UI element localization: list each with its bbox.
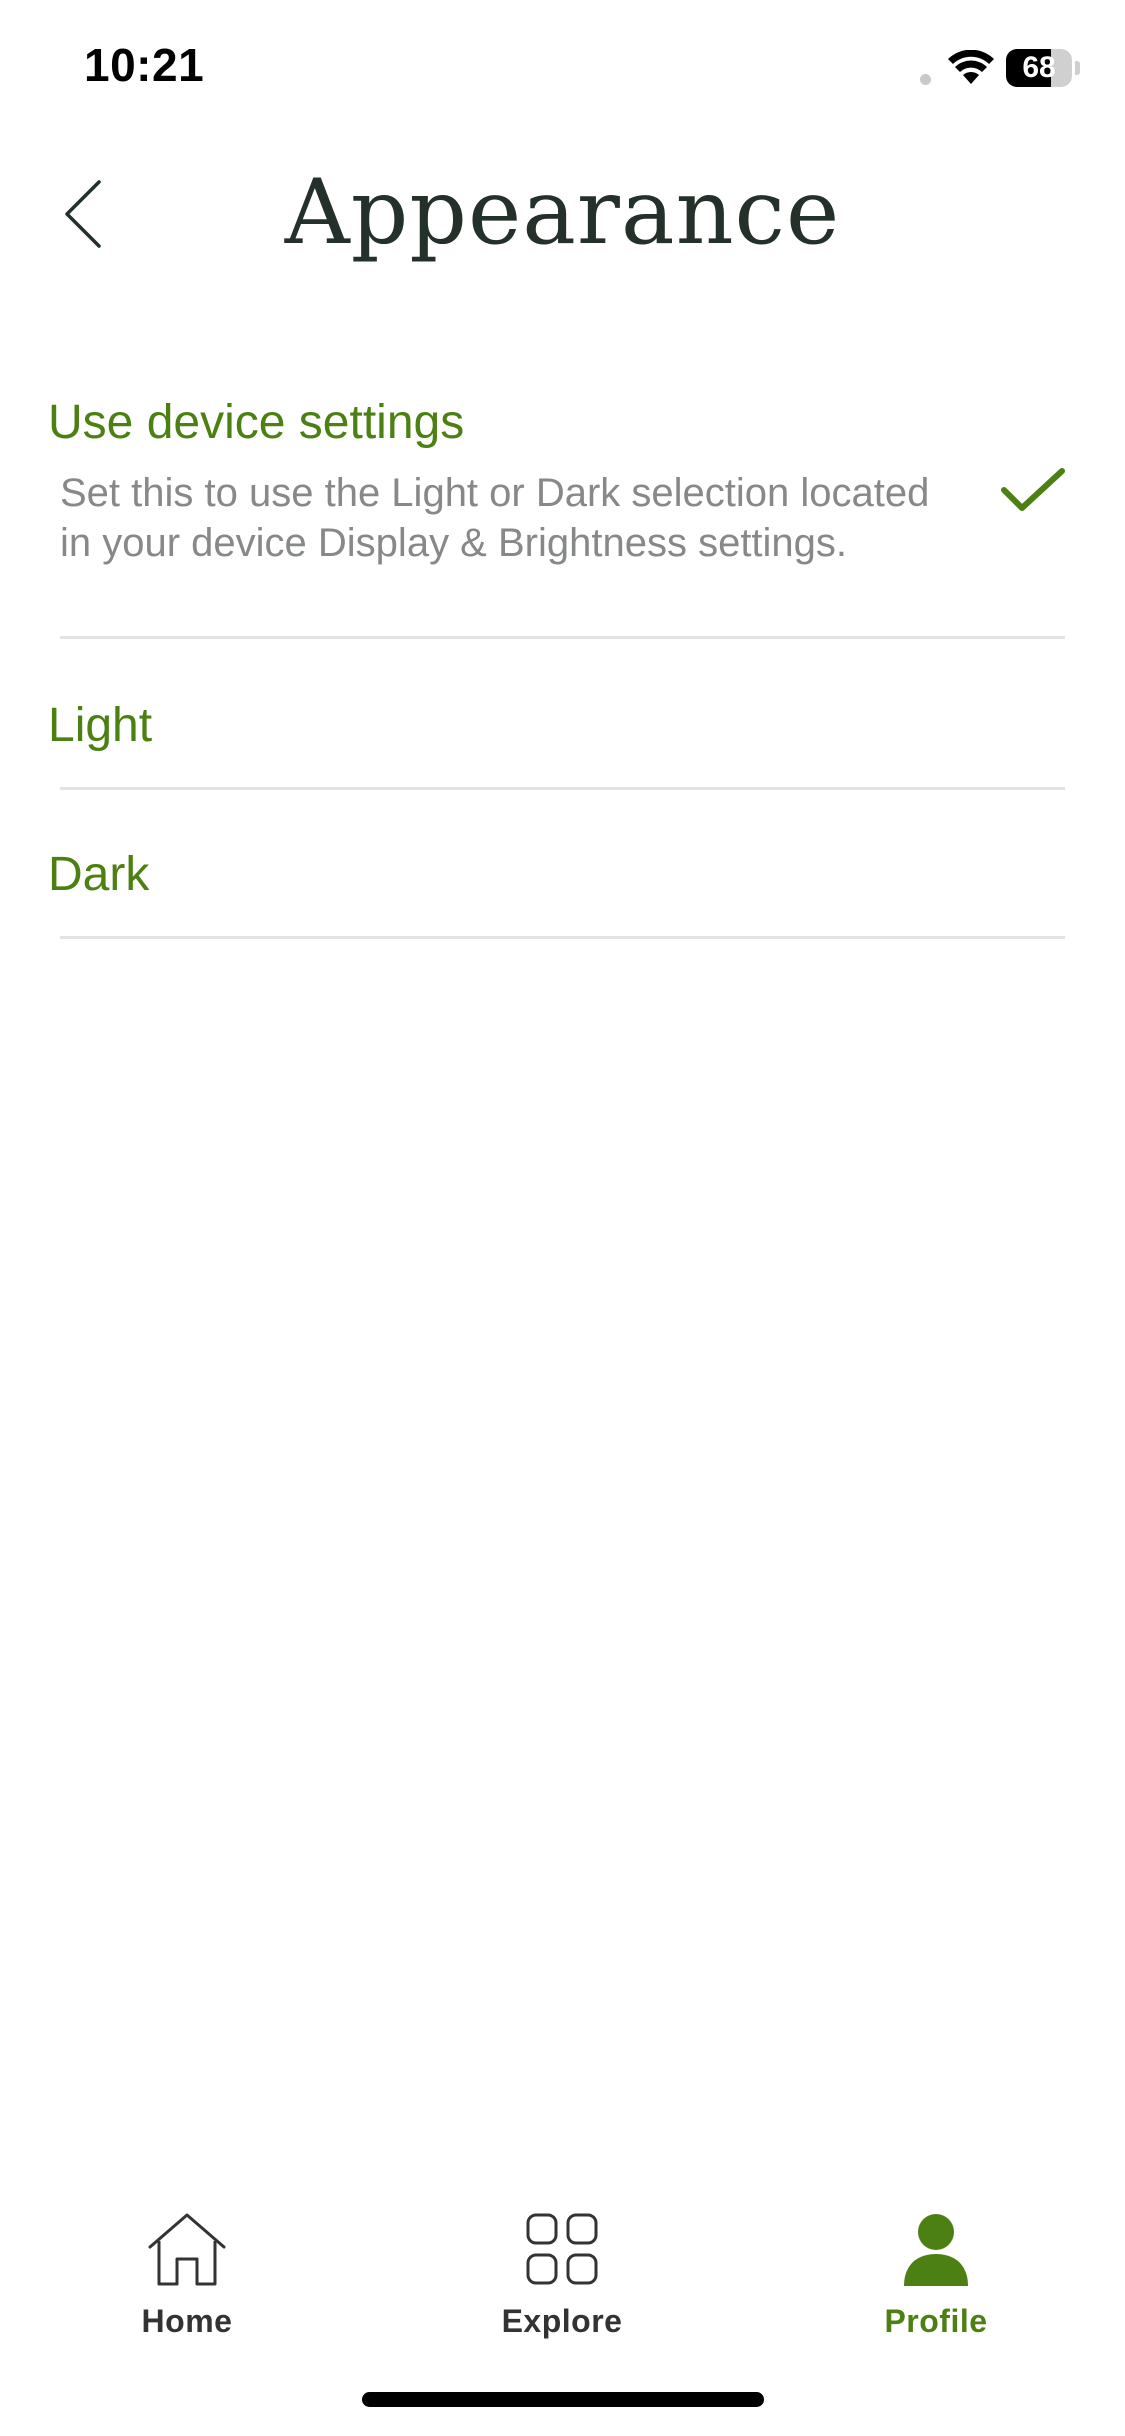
- appearance-options: Use device settings Set this to use the …: [0, 380, 1125, 940]
- person-icon: [904, 2213, 968, 2286]
- tab-label: Explore: [501, 2303, 623, 2339]
- signal-dot-icon: [920, 74, 931, 85]
- option-label: Dark: [48, 848, 150, 901]
- status-bar: 10:21 68: [0, 0, 1125, 130]
- grid-icon: [526, 2213, 598, 2284]
- battery-level: 68: [1022, 51, 1056, 84]
- option-label: Use device settings: [48, 396, 465, 449]
- divider: [60, 636, 1065, 639]
- tab-explore[interactable]: Explore: [442, 2180, 682, 2340]
- wifi-icon: [948, 50, 994, 84]
- tab-profile[interactable]: Profile: [816, 2180, 1056, 2340]
- option-label: Light: [48, 699, 153, 752]
- option-dark[interactable]: Dark: [0, 790, 1125, 940]
- tab-home[interactable]: Home: [67, 2180, 307, 2340]
- tab-bar: Home Explore Profile: [0, 2180, 1125, 2380]
- nav-header: Appearance: [0, 140, 1125, 290]
- status-time: 10:21: [84, 39, 205, 91]
- option-use-device-settings[interactable]: Use device settings Set this to use the …: [0, 380, 1125, 640]
- home-indicator: [362, 2392, 764, 2407]
- battery-icon: 68: [1006, 49, 1080, 89]
- checkmark-icon: [1001, 468, 1065, 511]
- home-icon: [148, 2213, 226, 2285]
- tab-label: Home: [141, 2303, 233, 2339]
- page-title: Appearance: [284, 160, 841, 265]
- divider: [60, 936, 1065, 939]
- tab-label: Profile: [884, 2303, 988, 2339]
- option-description: Set this to use the Light or Dark select…: [60, 471, 930, 565]
- option-light[interactable]: Light: [0, 640, 1125, 790]
